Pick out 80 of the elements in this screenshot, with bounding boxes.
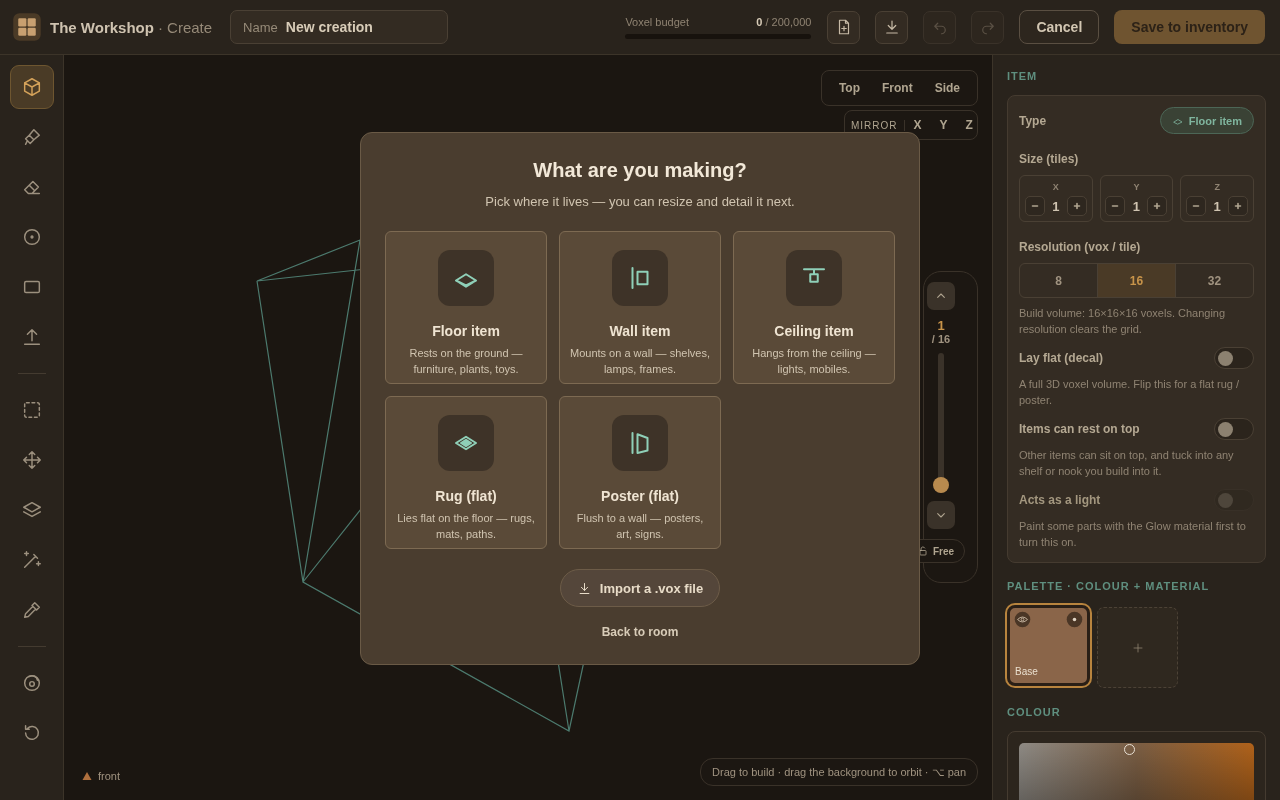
mirror-axis-toggle[interactable]: Y [930,112,957,138]
toggle-label: Items can rest on top [1019,422,1140,436]
budget-label: Voxel budget [625,15,689,28]
wall-option-card[interactable]: Wall item Mounts on a wall — shelves, lamps, frames. [559,231,721,384]
name-label: Name [243,19,278,35]
plus-icon [1152,201,1163,211]
add-swatch-button[interactable] [1097,607,1178,688]
budget-count: 0 / 200,000 [756,15,812,28]
import-label: Import a .vox file [599,580,704,596]
section-heading: COLOUR [1007,706,1062,718]
layer-down-button[interactable] [927,501,955,529]
decrement-button[interactable] [1186,196,1207,216]
increment-button[interactable] [1066,196,1087,216]
axis-label: front [98,770,120,782]
toggle-label: Lay flat (decal) [1019,351,1104,365]
plus-icon [1233,201,1244,211]
cancel-button[interactable]: Cancel [1019,10,1100,44]
decrement-button[interactable] [1105,196,1126,216]
axis-label: X [1052,182,1059,192]
floor-option-card[interactable]: Floor item Rests on the ground — furniture, plants, toys. [385,231,547,384]
toggle-note: Other items can sit on top, and tuck into any shelf or nook you build into it. [1019,448,1235,479]
layer-up-button[interactable] [927,282,955,310]
layer-total: / 16 [930,333,952,345]
type-label: Type [1019,113,1047,128]
resolution-option[interactable]: 16 [1098,264,1176,297]
section-heading: ITEM [1007,70,1039,82]
toggle-switch[interactable] [1214,347,1254,369]
move-arrows-icon [20,449,43,471]
resolution-note: Build volume: 16×16×16 voxels. Changing resolution clears the grid. [1019,306,1227,337]
page-subtitle: · Create [157,18,213,36]
import-button[interactable]: Import a .vox file [559,569,721,607]
size-value: 1 [1131,198,1142,214]
app-logo-icon [12,12,42,42]
name-input[interactable]: New creation [285,19,426,35]
increment-button[interactable] [1228,196,1249,216]
poster-option-card[interactable]: Poster (flat) Flush to a wall — posters, art, signs. [559,396,721,549]
resolution-label: Resolution (vox / tile) [1019,240,1142,254]
view-tab[interactable]: Front [871,75,924,101]
ceiling-option-card[interactable]: Ceiling item Hangs from the ceiling — lights, mobiles. [733,231,895,384]
type-value: Floor item [1188,114,1242,127]
mirror-axis-toggle[interactable]: X [904,112,931,138]
back-to-room-link[interactable]: Back to room [601,625,679,639]
axis-label: Y [1133,182,1140,192]
app-title: The Workshop [50,18,154,36]
type-pill[interactable]: Floor item [1159,107,1254,134]
size-value: 1 [1051,198,1061,214]
toggle-note: A full 3D voxel volume. Flip this for a flat rug / poster. [1019,377,1241,408]
section-heading: PALETTE · COLOUR + MATERIAL [1007,580,1211,592]
rug-option-card[interactable]: Rug (flat) Lies flat on the floor — rugs, mats, paths. [385,396,547,549]
palette-swatch[interactable]: Base [1007,605,1090,686]
material-dot-icon[interactable] [1066,611,1083,628]
download-button[interactable] [875,10,909,44]
size-value: 1 [1212,198,1222,214]
toggle-note: Paint some parts with the Glow material first to turn this on. [1019,519,1247,550]
download-icon [576,580,592,596]
resolution-option[interactable]: 32 [1176,264,1253,297]
layer-slider-thumb[interactable] [933,477,949,493]
triangle-icon [82,771,92,781]
decrement-button[interactable] [1024,196,1045,216]
increment-button[interactable] [1147,196,1168,216]
dialog-title: What are you making? [533,159,747,182]
cube-tool-button[interactable] [9,65,54,109]
axis-label: Z [1214,182,1220,192]
plus-icon [1071,201,1082,211]
toggle-label: Acts as a light [1019,493,1101,507]
swatch-label: Base [1015,666,1038,677]
name-field[interactable]: Name New creation [230,10,449,44]
toggle-switch[interactable] [1214,418,1254,440]
size-label: Size (tiles) [1019,152,1080,166]
hint-pill: Drag to build · drag the background to orbit · ⌥ pan [700,758,978,786]
colour-gradient-field[interactable] [1019,743,1254,800]
lock-mode-label: Free [932,545,954,557]
mirror-axis-toggle[interactable]: Z [956,112,982,138]
view-tab[interactable]: Side [923,75,971,101]
layer-current: 1 [936,318,946,333]
mirror-label: MIRROR [851,119,905,131]
eye-icon[interactable] [1014,611,1031,628]
dialog-subtitle: Pick where it lives — you can resize and detail it next. [485,194,795,209]
new-button[interactable] [827,10,861,44]
view-tab[interactable]: Top [827,75,871,101]
